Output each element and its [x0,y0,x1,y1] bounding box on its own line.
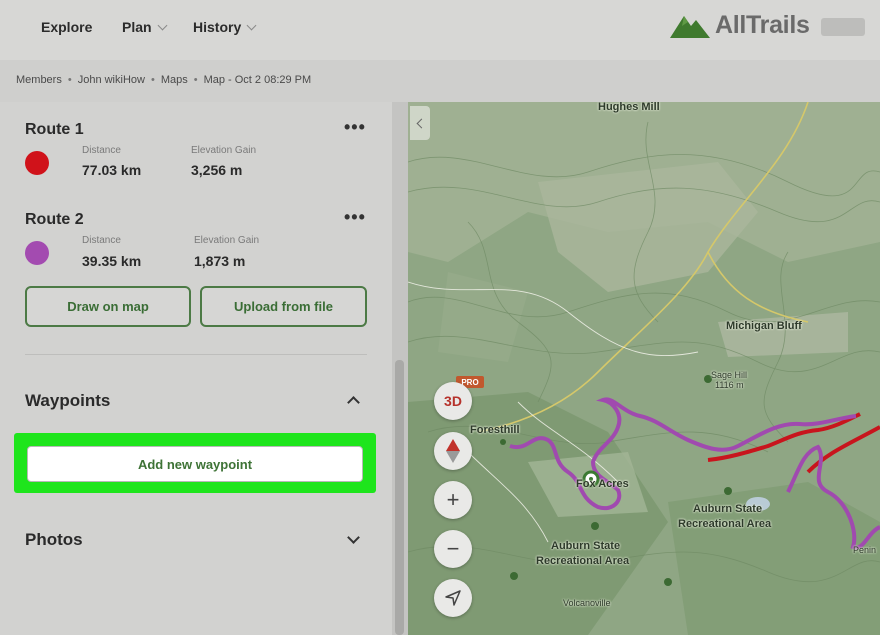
nav-history-label: History [193,19,242,35]
route-1-distance-label: Distance [82,145,121,156]
nav-explore[interactable]: Explore [41,19,92,35]
panel-scrollbar-thumb[interactable] [395,360,404,635]
route-1-color-swatch[interactable] [25,151,49,175]
poi-marker[interactable] [591,522,599,530]
breadcrumb-members[interactable]: Members [16,74,62,86]
breadcrumb: Members • John wikiHow • Maps • Map - Oc… [16,74,311,86]
route-2-title[interactable]: Route 2 [25,211,84,229]
route-2-elevation-label: Elevation Gain [194,235,260,246]
location-arrow-icon [445,590,461,606]
map-label-auburn-sra-2: Auburn State [693,503,763,515]
route-1-elevation-value: 3,256 m [191,162,243,178]
route-2-elevation-value: 1,873 m [194,253,246,269]
zoom-in-button[interactable]: + [434,481,472,519]
draw-on-map-button[interactable]: Draw on map [25,286,191,327]
add-new-waypoint-button[interactable]: Add new waypoint [27,446,363,482]
map-label-foresthill: Foresthill [470,424,520,436]
route-2-distance-value: 39.35 km [82,253,142,269]
breadcrumb-user[interactable]: John wikiHow [78,74,145,86]
route-1-distance-value: 77.03 km [82,162,142,178]
waypoints-section-title[interactable]: Waypoints [25,391,110,411]
3d-toggle-button[interactable]: 3D [434,382,472,420]
map-label-hughes-mill: Hughes Mill [598,102,660,113]
locate-me-button[interactable] [434,579,472,617]
breadcrumb-separator: • [193,74,198,86]
poi-marker[interactable] [664,578,672,586]
poi-marker[interactable] [500,439,506,445]
nav-plan-label: Plan [122,19,152,35]
photos-section-title[interactable]: Photos [25,530,83,550]
map-label-fox-acres: Fox Acres [576,478,629,490]
breadcrumb-maps[interactable]: Maps [161,74,188,86]
map-label-volcanoville: Volcanoville [563,598,611,608]
route-2-more-icon[interactable]: ••• [344,207,366,228]
route-1-more-icon[interactable]: ••• [344,117,366,138]
side-panel [0,102,392,635]
route-2-color-swatch[interactable] [25,241,49,265]
map-label-sage-hill-elevation: 1116 m [715,380,744,390]
brand-name: AllTrails [715,10,810,39]
map-label-auburn-sra-1: Auburn State [551,540,621,552]
route-1-title[interactable]: Route 1 [25,121,84,139]
compass-button[interactable] [434,432,472,470]
route-1-elevation-label: Elevation Gain [191,145,257,156]
upload-from-file-button[interactable]: Upload from file [200,286,367,327]
nav-plan[interactable]: Plan [122,19,168,35]
brand-badge [820,17,865,36]
breadcrumb-bar: Members • John wikiHow • Maps • Map - Oc… [0,60,880,102]
nav-explore-label: Explore [41,19,93,35]
poi-marker[interactable] [724,487,732,495]
map-label-sage-hill: Sage Hill [711,370,748,380]
breadcrumb-separator: • [67,74,72,86]
map-canvas[interactable] [408,102,880,635]
alltrails-logo-icon [670,16,710,38]
map-label-peninsula: Penin [853,545,877,555]
zoom-out-button[interactable]: − [434,530,472,568]
compass-icon [446,439,460,463]
breadcrumb-current-map: Map - Oct 2 08:29 PM [203,74,312,86]
map-label-auburn-sra-1-line2: Recreational Area [536,555,630,567]
collapse-panel-button[interactable] [410,106,430,140]
map-label-michigan-bluff: Michigan Bluff [726,320,802,332]
map-view[interactable]: Hughes Mill Michigan Bluff Sage Hill 111… [408,102,880,635]
map-label-auburn-sra-2-line2: Recreational Area [678,518,772,530]
brand-logo-link[interactable]: AllTrails [670,10,865,40]
chevron-down-icon [157,20,168,30]
route-2-distance-label: Distance [82,235,121,246]
chevron-down-icon [246,20,257,30]
breadcrumb-separator: • [150,74,155,86]
poi-marker[interactable] [510,572,518,580]
top-nav: Explore Plan History AllTrails [0,0,880,60]
nav-history[interactable]: History [193,19,257,35]
chevron-left-icon [416,118,427,128]
section-divider [25,354,367,355]
